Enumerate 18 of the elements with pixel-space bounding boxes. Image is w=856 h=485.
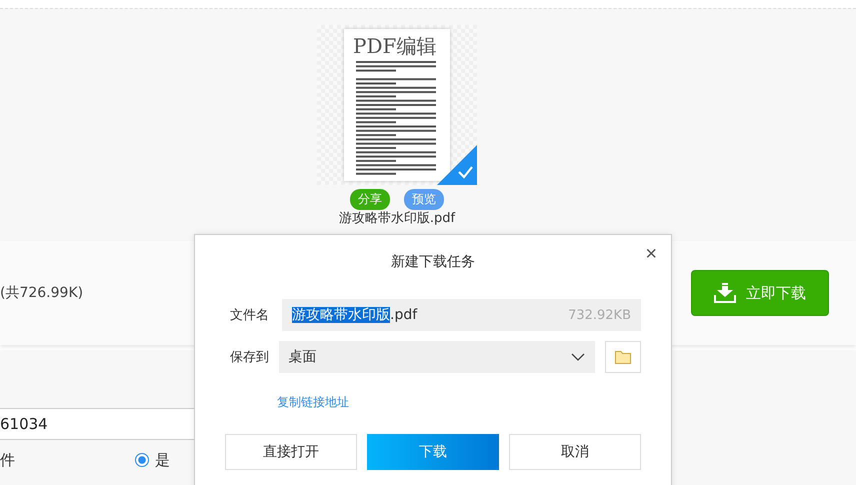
watermark-text: PDF编辑 <box>353 33 436 60</box>
dialog-button[interactable]: 取消 <box>509 434 641 470</box>
chevron-down-icon <box>570 353 585 361</box>
file-name-field[interactable]: 游攻略带水印版.pdf 732.92KB <box>282 299 641 331</box>
field-label: 保存到 <box>230 349 270 366</box>
close-button[interactable]: × <box>641 243 661 266</box>
browse-folder-button[interactable] <box>604 341 641 373</box>
save-location-dropdown[interactable]: 桌面 <box>278 341 595 373</box>
dialog-button[interactable]: 直接打开 <box>225 434 357 470</box>
download-icon <box>714 283 736 303</box>
check-icon[interactable] <box>437 145 477 185</box>
radio-option[interactable]: 是 <box>135 450 170 470</box>
folder-icon <box>614 350 631 364</box>
file-name: 游攻略带水印版.pdf <box>338 211 456 227</box>
row-label: 件 <box>0 450 15 470</box>
field-label: 文件名 <box>230 307 270 324</box>
total-size: (共726.99K) <box>0 284 84 302</box>
dialog-title: 新建下载任务 <box>390 253 476 271</box>
